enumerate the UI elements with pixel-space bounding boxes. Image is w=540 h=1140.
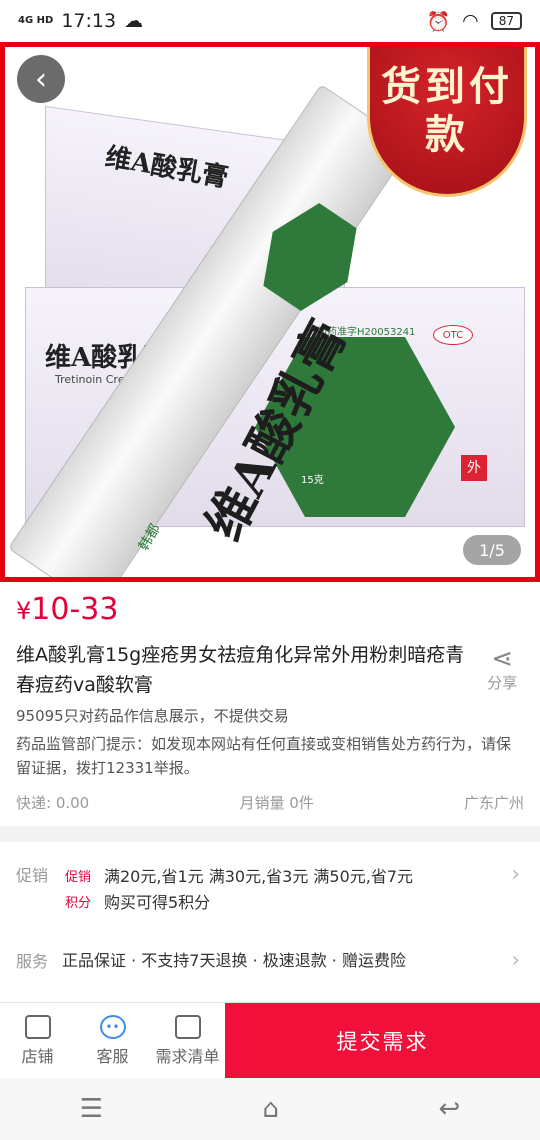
chevron-right-icon: › [511,948,520,973]
customer-service-label: 客服 [96,1046,129,1066]
shipping-fee: 快递: 0.00 [16,794,90,812]
ship-from-location: 广东广州 [463,794,524,812]
status-bar: 4G HD 17:13 ☁ ⏰ ◠ 87 [0,0,540,42]
share-button[interactable]: ⋖ 分享 [481,640,524,700]
request-list-button[interactable]: 需求清单 [150,1003,225,1078]
promotion-row[interactable]: 促销 促销 满20元,省1元 满30元,省3元 满50元,省7元 积分 购买可得… [16,862,524,914]
promotion-text: 满20元,省1元 满30元,省3元 满50元,省7元 [104,867,414,886]
request-list-label: 需求清单 [155,1046,220,1066]
chat-icon: •• [99,1014,126,1039]
service-label: 服务 [16,952,49,971]
customer-service-button[interactable]: •• 客服 [75,1003,150,1078]
cash-on-delivery-badge: 货到付款 [367,47,527,197]
product-image-gallery[interactable]: ‹ 货到付款 维A酸乳膏 维A酸乳膏 Tretinoin Cream 国药准字H… [0,42,540,582]
points-text: 购买可得5积分 [104,893,211,912]
promotion-section: 促销 促销 满20元,省1元 满30元,省3元 满50元,省7元 积分 购买可得… [0,842,540,1002]
regulatory-notice: 药品监管部门提示：如发现本网站有任何直接或变相销售处方药行为，请保留证据，拨打1… [16,735,512,777]
system-navigation-bar: ☰ ⌂ ↩ [0,1078,540,1140]
list-icon [174,1014,201,1039]
price-range: 10-33 [31,592,119,627]
store-button[interactable]: 店铺 [0,1003,75,1078]
otc-mark: OTC [433,325,473,345]
product-stats: 快递: 0.00 月销量 0件 广东广州 [16,792,524,813]
image-counter: 1/5 [463,535,521,565]
promotion-tag: 促销 [64,869,91,885]
tube-spec: 15克 [301,475,324,486]
wechat-icon: ☁ [124,10,144,32]
store-icon [24,1014,51,1039]
monthly-sales: 月销量 0件 [239,794,314,812]
back-button[interactable]: ‹ [17,55,65,103]
service-text: 正品保证 · 不支持7天退换 · 极速退款 · 赠运费险 [62,951,406,970]
service-row[interactable]: 服务 正品保证 · 不支持7天退换 · 极速退款 · 赠运费险 › [16,948,524,974]
alarm-icon: ⏰ [426,10,451,33]
share-label: 分享 [487,674,518,692]
share-icon: ⋖ [491,644,514,674]
product-info-section: ¥10-33 维A酸乳膏15g痤疮男女祛痘角化异常外用粉刺暗疮青春痘药va酸软膏… [0,582,540,826]
home-icon[interactable]: ⌂ [262,1094,279,1124]
box-side-mark: 外 [461,455,487,481]
store-label: 店铺 [21,1046,54,1066]
back-nav-icon[interactable]: ↩ [438,1094,460,1124]
product-title: 维A酸乳膏15g痤疮男女祛痘角化异常外用粉刺暗疮青春痘药va酸软膏 [16,644,465,696]
promotion-label: 促销 [16,866,49,885]
menu-icon[interactable]: ☰ [80,1094,103,1124]
chevron-right-icon: › [511,862,520,887]
points-tag: 积分 [64,895,91,911]
price-currency: ¥ [16,597,32,625]
wifi-icon: ◠ [462,10,479,32]
battery-indicator: 87 [490,12,522,30]
submit-request-button[interactable]: 提交需求 [225,1003,540,1078]
bottom-action-bar: 店铺 •• 客服 需求清单 提交需求 [0,1002,540,1078]
price: ¥10-33 [16,592,524,632]
chevron-left-icon: ‹ [35,61,47,97]
info-notice: 95095只对药品作信息展示，不提供交易 [16,707,289,725]
status-time: 17:13 [61,10,117,32]
network-indicator: 4G HD [18,15,54,26]
